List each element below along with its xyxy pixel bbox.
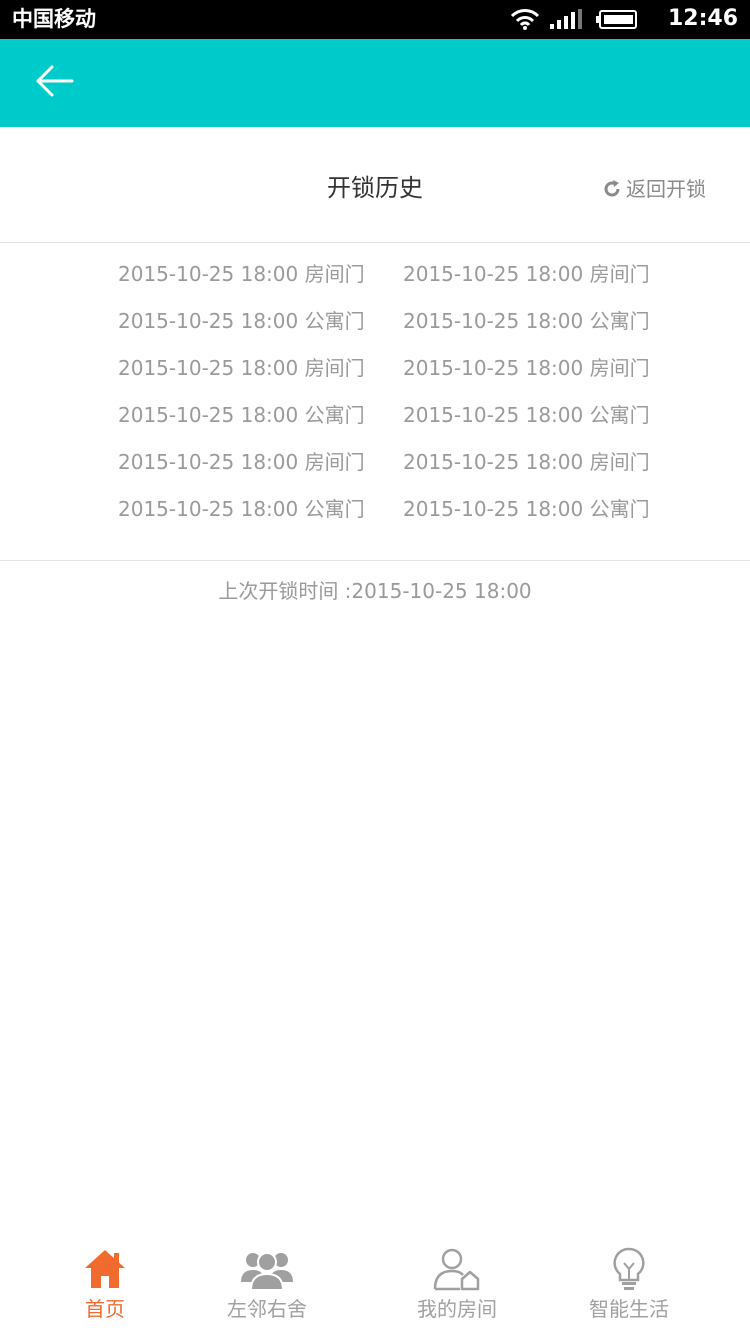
history-entry: 2015-10-25 18:00 公寓门 (403, 309, 650, 333)
history-row: 2015-10-25 18:00 公寓门 2015-10-25 18:00 公寓… (0, 401, 750, 448)
return-unlock-button[interactable]: 返回开锁 (602, 176, 706, 202)
history-entry: 2015-10-25 18:00 房间门 (403, 262, 650, 286)
back-button[interactable] (28, 61, 80, 105)
history-entry: 2015-10-25 18:00 房间门 (403, 450, 650, 474)
title-row: 开锁历史 返回开锁 (0, 127, 750, 243)
history-entry: 2015-10-25 18:00 公寓门 (403, 403, 650, 427)
divider (0, 560, 750, 561)
signal-icon (550, 9, 582, 33)
history-row: 2015-10-25 18:00 房间门 2015-10-25 18:00 房间… (0, 354, 750, 401)
home-icon (83, 1246, 127, 1292)
tab-smart-life[interactable]: 智能生活 (554, 1234, 704, 1334)
app-bar (0, 39, 750, 127)
tab-neighbors[interactable]: 左邻右舍 (192, 1234, 342, 1334)
history-row: 2015-10-25 18:00 公寓门 2015-10-25 18:00 公寓… (0, 307, 750, 354)
history-entry: 2015-10-25 18:00 房间门 (403, 356, 650, 380)
tab-label: 首页 (85, 1297, 125, 1321)
carrier-name: 中国移动 (12, 7, 96, 31)
tab-home[interactable]: 首页 (30, 1234, 180, 1334)
bottom-tab-bar: 首页 左邻右舍 我的房间 智能生活 (0, 1234, 750, 1334)
unlock-history-list: 2015-10-25 18:00 房间门 2015-10-25 18:00 房间… (0, 260, 750, 542)
history-entry: 2015-10-25 18:00 房间门 (118, 356, 365, 380)
tab-my-room[interactable]: 我的房间 (382, 1234, 532, 1334)
history-entry: 2015-10-25 18:00 公寓门 (118, 497, 365, 521)
history-entry: 2015-10-25 18:00 公寓门 (118, 309, 365, 333)
history-row: 2015-10-25 18:00 房间门 2015-10-25 18:00 房间… (0, 448, 750, 495)
history-row: 2015-10-25 18:00 公寓门 2015-10-25 18:00 公寓… (0, 495, 750, 542)
wifi-icon (510, 8, 540, 34)
history-entry: 2015-10-25 18:00 公寓门 (118, 403, 365, 427)
tab-label: 智能生活 (589, 1297, 669, 1321)
tab-label: 左邻右舍 (227, 1297, 307, 1321)
neighbors-icon (240, 1246, 294, 1292)
last-unlock-time: 上次开锁时间 :2015-10-25 18:00 (218, 579, 532, 603)
history-row: 2015-10-25 18:00 房间门 2015-10-25 18:00 房间… (0, 260, 750, 307)
history-entry: 2015-10-25 18:00 公寓门 (403, 497, 650, 521)
lightbulb-icon (612, 1246, 646, 1292)
battery-icon (596, 10, 638, 34)
my-room-icon (432, 1246, 482, 1292)
status-time: 12:46 (667, 6, 738, 31)
return-unlock-label: 返回开锁 (626, 177, 706, 201)
history-entry: 2015-10-25 18:00 房间门 (118, 450, 365, 474)
arrow-left-icon (34, 64, 74, 102)
history-entry: 2015-10-25 18:00 房间门 (118, 262, 365, 286)
tab-label: 我的房间 (417, 1297, 497, 1321)
refresh-icon (602, 179, 622, 199)
status-bar: 中国移动 12:46 (0, 0, 750, 39)
